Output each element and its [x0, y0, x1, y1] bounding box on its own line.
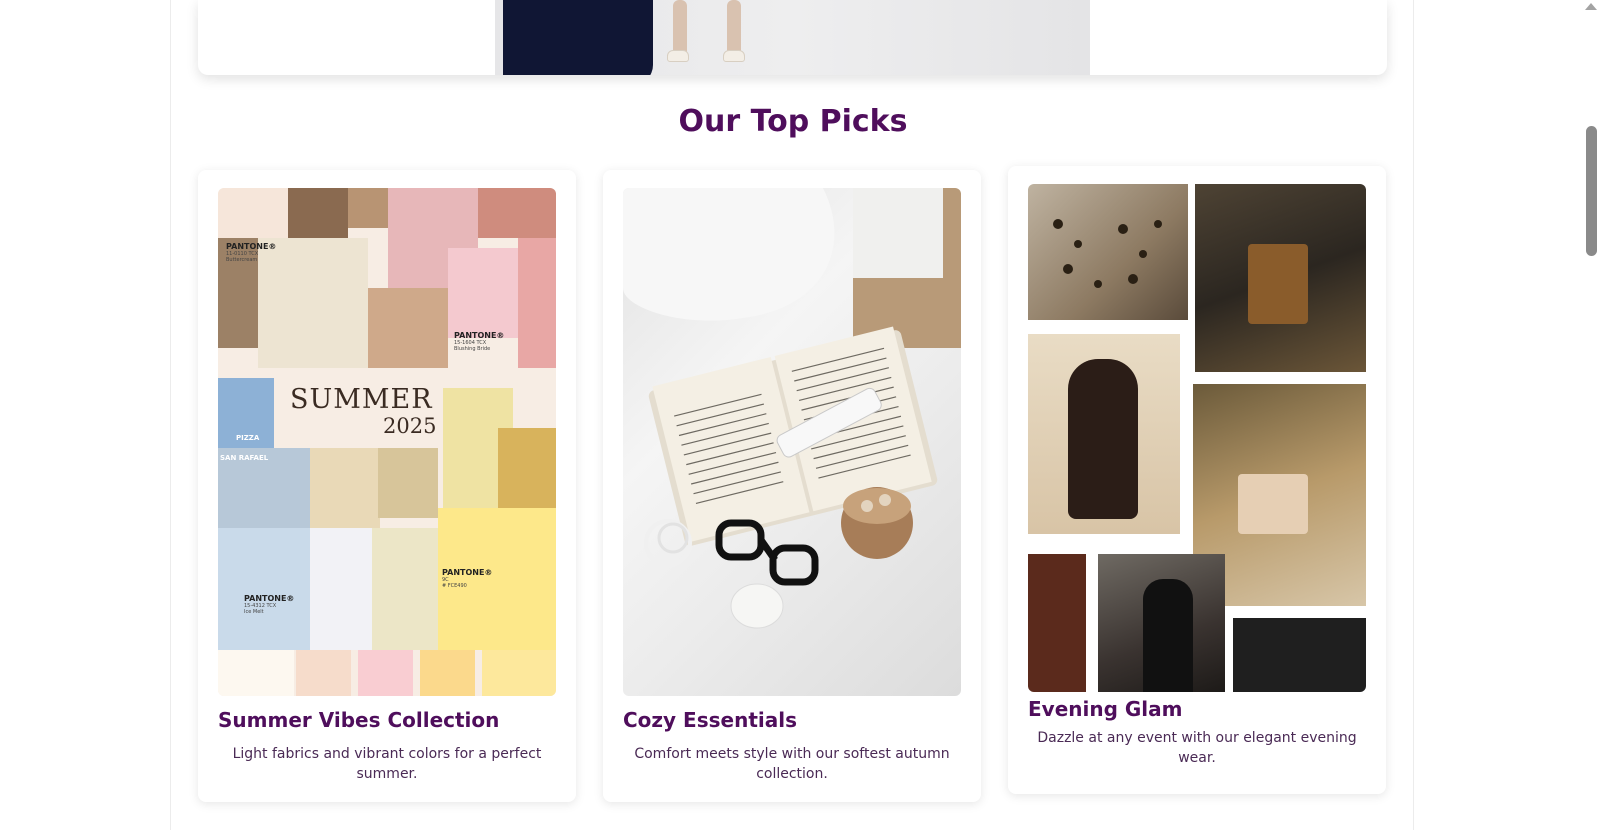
sign-text-1: PIZZA	[236, 434, 260, 442]
hero-card	[198, 0, 1387, 75]
card-description: Comfort meets style with our softest aut…	[634, 746, 950, 782]
hero-dress-figure	[503, 0, 653, 75]
pantone-label-2: PANTONE® 15-1604 TCX Blushing Bride	[454, 331, 505, 352]
swatch	[296, 650, 351, 696]
summer-collage-image: PANTONE® 11-0110 TCX Buttercream PANTONE…	[218, 188, 556, 696]
leopard-heels	[1053, 219, 1162, 288]
sign-text-2: SAN RAFAEL	[220, 454, 269, 462]
page-container: Our Top Picks PANTONE® 11-0110 TCX Butte…	[170, 0, 1414, 830]
pantone-label-3: PANTONE® 15-4312 TCX Ice Melt	[244, 594, 295, 615]
card-description: Light fabrics and vibrant colors for a p…	[232, 746, 542, 782]
scrollbar-thumb[interactable]	[1586, 126, 1597, 256]
card-description: Dazzle at any event with our elegant eve…	[1037, 730, 1357, 766]
swatch	[482, 650, 556, 696]
card-title[interactable]: Summer Vibes Collection	[218, 708, 499, 732]
summer-year: 2025	[383, 414, 437, 438]
scroll-up-arrow-icon[interactable]	[1585, 3, 1597, 10]
pantone-label-4: PANTONE® 9C # FCE490	[442, 568, 493, 589]
pantone-label-1: PANTONE® 11-0110 TCX Buttercream	[226, 242, 277, 263]
card-title[interactable]: Evening Glam	[1028, 697, 1182, 721]
cozy-image	[623, 188, 961, 696]
swatch	[358, 650, 413, 696]
product-card-evening[interactable]: Evening Glam Dazzle at any event with ou…	[1008, 166, 1386, 794]
product-card-cozy[interactable]: Cozy Essentials Comfort meets style with…	[603, 170, 981, 802]
swatch	[218, 650, 294, 696]
swatch	[420, 650, 475, 696]
hero-image	[495, 0, 1090, 75]
evening-collage-image	[1028, 184, 1366, 692]
summer-headline: SUMMER	[290, 384, 433, 415]
section-title: Our Top Picks	[678, 104, 908, 139]
product-card-summer[interactable]: PANTONE® 11-0110 TCX Buttercream PANTONE…	[198, 170, 576, 802]
page-scrollbar[interactable]	[1582, 0, 1600, 830]
card-title[interactable]: Cozy Essentials	[623, 708, 797, 732]
